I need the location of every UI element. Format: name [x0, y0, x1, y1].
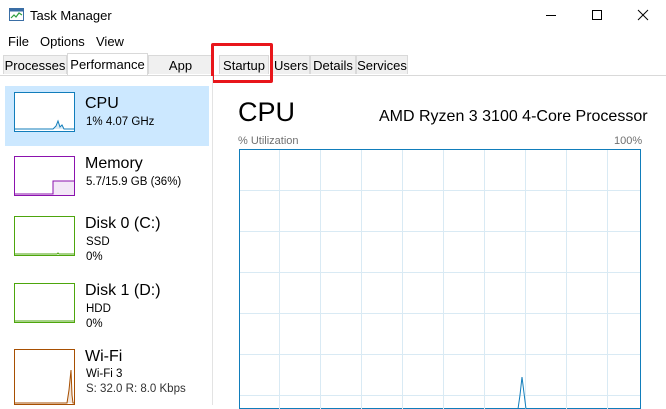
cpu-utilization-graph: [239, 149, 641, 409]
wifi-mini-graph: [15, 369, 74, 404]
tab-services[interactable]: Services: [356, 55, 408, 74]
utilization-label: % Utilization: [238, 135, 299, 147]
sidebar-item-disk0-value: 0%: [86, 251, 103, 263]
close-icon: [637, 9, 649, 21]
utilization-max-label: 100%: [614, 135, 643, 147]
disk1-mini-graph: [15, 320, 74, 322]
tab-app-history[interactable]: App history: [148, 55, 213, 92]
minimize-button[interactable]: [528, 0, 574, 31]
sidebar-item-disk0-name: Disk 0 (C:): [85, 215, 161, 232]
maximize-button[interactable]: [574, 0, 620, 31]
processor-name: AMD Ryzen 3 3100 4-Core Processor: [379, 108, 648, 125]
sidebar-item-cpu[interactable]: CPU 1% 4.07 GHz: [5, 86, 209, 146]
sidebar-divider: [212, 76, 213, 405]
window-title: Task Manager: [30, 8, 112, 23]
sidebar-item-wifi[interactable]: Wi-Fi Wi-Fi 3 S: 32.0 R: 8.0 Kbps: [5, 343, 209, 405]
sidebar-item-disk1[interactable]: Disk 1 (D:) HDD 0%: [5, 277, 209, 337]
task-manager-icon: [9, 8, 24, 21]
sidebar-item-disk1-name: Disk 1 (D:): [85, 282, 161, 299]
title-bar: Task Manager: [0, 0, 666, 31]
sidebar-item-wifi-throughput: S: 32.0 R: 8.0 Kbps: [86, 383, 186, 395]
startup-tab-highlight: [211, 43, 273, 83]
sidebar-item-disk1-type: HDD: [86, 303, 111, 315]
tab-performance[interactable]: Performance: [67, 53, 148, 75]
sidebar-item-memory-value: 5.7/15.9 GB (36%): [86, 176, 182, 188]
disk1-thumbnail: [14, 283, 75, 323]
maximize-icon: [592, 10, 602, 20]
sidebar-item-memory-name: Memory: [85, 155, 143, 172]
menu-options[interactable]: Options: [40, 34, 85, 49]
cpu-mini-graph: [15, 119, 74, 130]
menu-view[interactable]: View: [96, 34, 124, 49]
graph-frame: [239, 149, 641, 409]
sidebar-item-cpu-value: 1% 4.07 GHz: [86, 116, 155, 128]
tab-users[interactable]: Users: [272, 55, 310, 74]
sidebar-item-memory[interactable]: Memory 5.7/15.9 GB (36%): [5, 150, 209, 210]
sidebar-item-disk1-value: 0%: [86, 318, 103, 330]
sidebar-item-cpu-name: CPU: [85, 95, 119, 112]
tab-strip: Processes Performance App history Startu…: [0, 53, 666, 92]
wifi-thumbnail: [14, 349, 75, 405]
menu-bar: File Options View: [0, 31, 666, 51]
sidebar-item-wifi-adapter: Wi-Fi 3: [86, 368, 123, 380]
minimize-icon: [546, 15, 556, 16]
cpu-thumbnail: [14, 92, 75, 132]
tab-details[interactable]: Details: [310, 55, 356, 74]
disk0-thumbnail: [14, 216, 75, 256]
memory-thumbnail: [14, 156, 75, 196]
page-title: CPU: [238, 97, 296, 127]
sidebar-item-wifi-name: Wi-Fi: [85, 348, 123, 365]
sidebar-item-disk0[interactable]: Disk 0 (C:) SSD 0%: [5, 210, 209, 270]
menu-file[interactable]: File: [8, 34, 29, 49]
tab-processes[interactable]: Processes: [3, 55, 67, 74]
disk0-mini-graph: [15, 252, 74, 255]
close-button[interactable]: [620, 0, 666, 31]
sidebar-item-disk0-type: SSD: [86, 236, 110, 248]
memory-mini-graph: [15, 180, 74, 195]
